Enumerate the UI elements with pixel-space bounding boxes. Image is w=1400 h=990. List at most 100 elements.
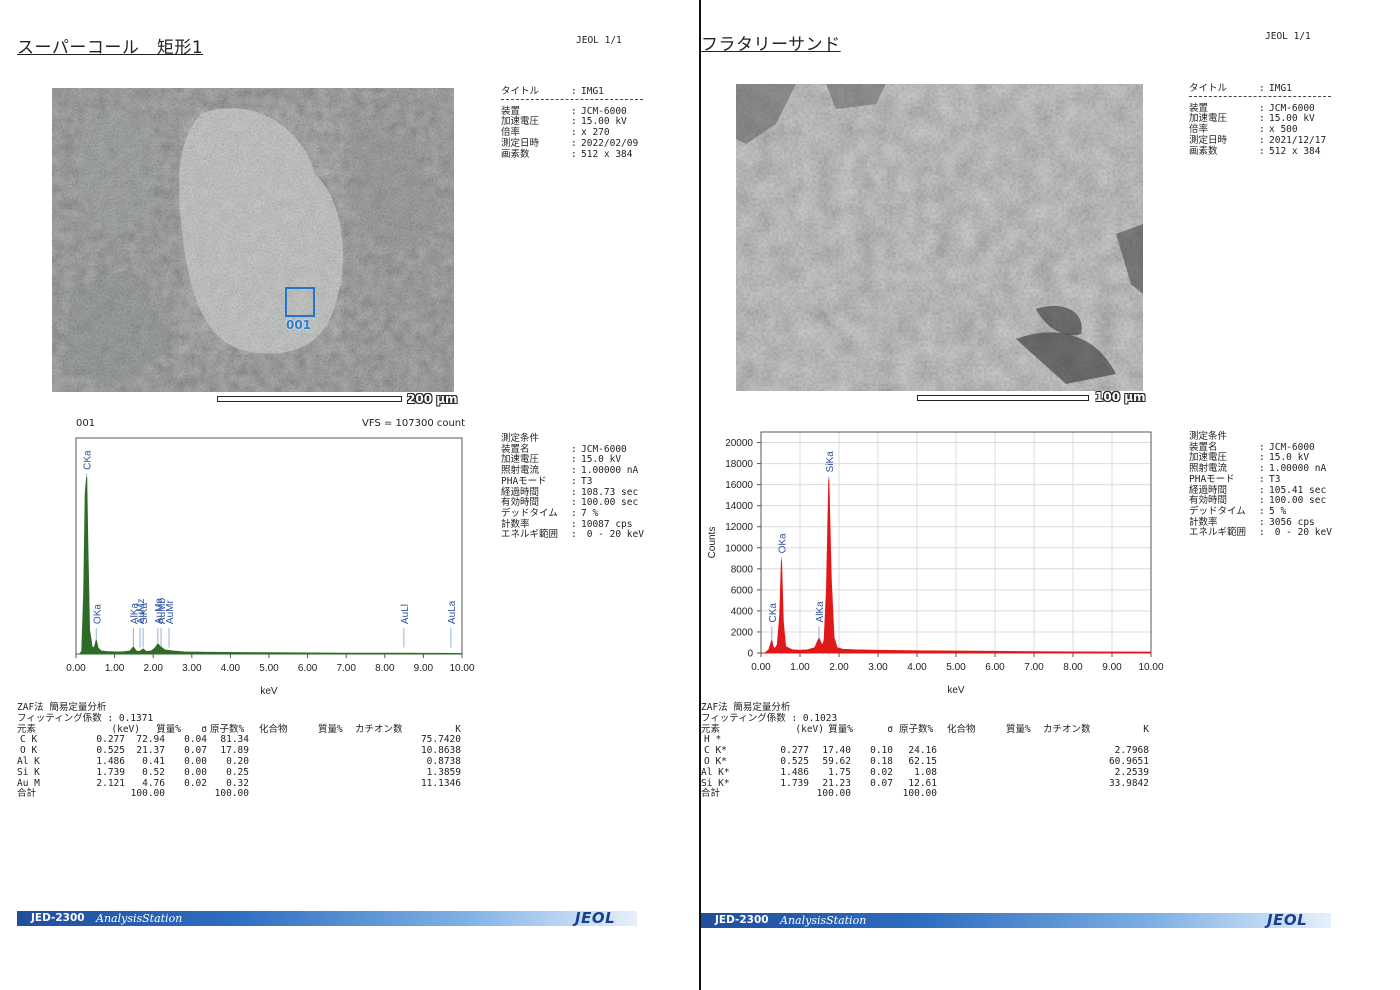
- info-key: 測定日時: [1189, 134, 1228, 146]
- total-mass: 100.00: [130, 788, 165, 800]
- y-tick-label: 10000: [725, 543, 753, 554]
- info-key: 画素数: [1189, 145, 1218, 157]
- page-number: JEOL 1/1: [576, 35, 622, 46]
- x-tick-label: 1.00: [105, 663, 125, 674]
- footer-product: JED-2300: [715, 914, 769, 926]
- peak-label: SiKa: [825, 451, 836, 473]
- x-axis-label: keV: [947, 685, 965, 696]
- info-title-value: IMG1: [1269, 83, 1292, 94]
- cond-key: PHAモード: [1189, 473, 1235, 485]
- peak-label: CKa: [83, 450, 94, 470]
- cond-value: 0 - 20 keV: [1269, 527, 1332, 539]
- col-mass: 質量%: [828, 723, 853, 735]
- jeol-logo: JEOL: [1267, 911, 1308, 929]
- cell-kev: 1.486: [780, 766, 809, 778]
- cond-value: JCM-6000: [581, 443, 627, 455]
- page-title: スーパーコール 矩形1: [17, 38, 204, 58]
- info-value: 2021/12/17: [1269, 134, 1327, 146]
- info-title-value: IMG1: [581, 86, 604, 97]
- x-tick-label: 0.00: [751, 662, 771, 673]
- total-mass: 100.00: [816, 788, 851, 800]
- image-info: タイトル: IMG1 装置: JCM-6000 加速電圧:15.00 kV 倍率: x…: [1189, 83, 1331, 157]
- col-k: K: [1143, 723, 1149, 735]
- y-tick-label: 12000: [725, 522, 753, 533]
- table-row: Al K* 1.486 1.75 0.02 1.08 2.2539: [701, 766, 1161, 779]
- page-number: JEOL 1/1: [1265, 31, 1311, 42]
- total-atom: 100.00: [902, 788, 937, 800]
- cell-sigma: 0.07: [870, 777, 893, 789]
- cond-value: 100.00 sec: [581, 497, 639, 509]
- cell-k: 33.9842: [1108, 777, 1149, 789]
- x-tick-label: 9.00: [414, 663, 434, 674]
- info-key: 測定日時: [501, 137, 540, 149]
- cell-kev: 1.739: [96, 766, 125, 778]
- info-value: 512 x 384: [1269, 145, 1321, 157]
- x-tick-label: 1.00: [790, 662, 810, 673]
- footer-banner: JED-2300 AnalysisStation JEOL: [17, 909, 637, 927]
- scale-bar: [917, 395, 1089, 401]
- info-value: 15.00 kV: [1269, 113, 1315, 125]
- cond-value: 100.00 sec: [1269, 495, 1327, 507]
- y-tick-label: 20000: [725, 438, 753, 449]
- info-title-label: タイトル: [1189, 83, 1228, 94]
- footer-product: JED-2300: [31, 912, 85, 924]
- x-tick-label: 6.00: [298, 663, 318, 674]
- info-title-label: タイトル: [501, 86, 540, 97]
- table-total-row: 合計 100.00 100.00: [17, 789, 467, 800]
- footer-banner: JED-2300 AnalysisStation JEOL: [701, 911, 1331, 929]
- x-tick-label: 10.00: [449, 663, 474, 674]
- report-page-right: フラタリーサンド JEOL 1/1 タイトル: IMG1 装置: JCM-6000 …: [701, 0, 1400, 990]
- info-key: 画素数: [501, 148, 530, 160]
- col-compound: 化合物: [947, 723, 976, 735]
- x-tick-label: 4.00: [907, 662, 927, 673]
- col-atom: 原子数%: [899, 723, 934, 735]
- x-tick-label: 8.00: [375, 663, 395, 674]
- peak-label: OKa: [777, 533, 788, 553]
- spectrum-chart: 0.00 1.00 2.00 3.00 4.00 5.00 6.00 7.00 8.00 9.00…: [55, 414, 475, 704]
- x-tick-label: 8.00: [1063, 662, 1083, 673]
- y-tick-label: 6000: [731, 585, 754, 596]
- cond-value: 3056 cps: [1269, 516, 1315, 528]
- spectrum-chart: 0.00 1.00 2.00 3.00 4.00 5.00 6.00 7.00 8.00 9.00…: [701, 420, 1181, 710]
- total-atom: 100.00: [214, 788, 249, 800]
- info-value: JCM-6000: [1269, 102, 1315, 114]
- roi-label: 001: [286, 318, 312, 332]
- cell-element: Al K*: [701, 766, 730, 778]
- x-tick-label: 9.00: [1102, 662, 1122, 673]
- zaf-table: ZAF法 簡易定量分析 フィッティング係数 : 0.1023 元素 (keV) …: [701, 702, 1161, 800]
- zaf-header-row: 元素 (keV) 質量% σ 原子数% 化合物 質量% カチオン数 K: [701, 723, 1161, 736]
- x-tick-label: 2.00: [143, 663, 163, 674]
- x-tick-label: 4.00: [221, 663, 241, 674]
- x-tick-label: 10.00: [1138, 662, 1163, 673]
- x-tick-label: 2.00: [829, 662, 849, 673]
- x-tick-label: 3.00: [868, 662, 888, 673]
- vfs-label: VFS = 107300 count: [362, 418, 466, 429]
- col-sigma: σ: [887, 723, 893, 735]
- y-tick-label: 8000: [731, 564, 754, 575]
- col-cation: カチオン数: [355, 723, 403, 735]
- cell-sigma: 0.00: [184, 766, 207, 778]
- scale-label: 200 μm: [407, 392, 458, 406]
- cond-value: 0 - 20 keV: [581, 529, 644, 541]
- cond-value: 10087 cps: [581, 518, 633, 530]
- table-row: Si K 1.739 0.52 0.00 0.25 1.3859: [17, 766, 467, 779]
- peak-label: CKa: [768, 603, 779, 623]
- zaf-fitting: フィッティング係数 : 0.1023: [701, 712, 838, 724]
- cell-element: Si K: [17, 766, 40, 778]
- x-tick-label: 5.00: [259, 663, 279, 674]
- cell-mass: 0.52: [142, 766, 165, 778]
- cond-value: 5 %: [1269, 505, 1287, 517]
- cell-kev: 1.739: [780, 777, 809, 789]
- cond-value: 7 %: [581, 507, 599, 519]
- x-tick-label: 0.00: [66, 663, 86, 674]
- cell-sigma: 0.02: [184, 777, 207, 789]
- y-tick-label: 18000: [725, 459, 753, 470]
- cell-k: 2.2539: [1114, 766, 1149, 778]
- zaf-table: ZAF法 簡易定量分析 フィッティング係数 : 0.1371 元素 (keV) …: [17, 702, 467, 800]
- measurement-conditions: 測定条件 装置名: JCM-6000 加速電圧:15.0 kV 照射電流:1.00…: [501, 433, 644, 541]
- report-page-left: スーパーコール 矩形1 JEOL 1/1 タイトル: IMG1 装置: JCM-60…: [0, 0, 699, 990]
- peak-label: AuMr: [165, 600, 176, 625]
- y-tick-label: 0: [747, 649, 753, 660]
- cell-sigma: 0.02: [870, 766, 893, 778]
- cell-atom: 1.08: [914, 766, 937, 778]
